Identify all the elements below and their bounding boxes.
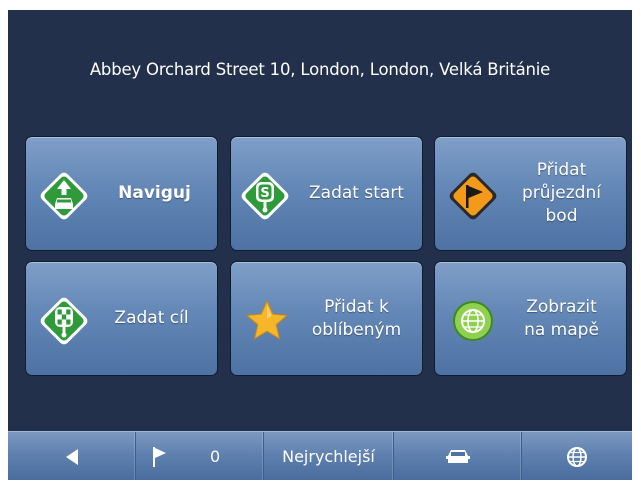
navigate-button[interactable]: Naviguj (25, 136, 218, 251)
route-mode-label: Nejrychlejší (282, 447, 375, 466)
show-on-map-label: Zobrazit na mapě (501, 262, 622, 375)
add-favorite-line-1: Přidat k (324, 296, 389, 317)
waypoints-button[interactable]: 0 (136, 432, 264, 480)
add-waypoint-line-2: průjezdní (522, 183, 601, 203)
car-arrow-diamond-icon (40, 172, 88, 220)
start-flag-diamond-icon: S (241, 172, 289, 220)
checkered-flag-diamond-icon (40, 297, 88, 345)
show-on-map-button[interactable]: Zobrazit na mapě (434, 261, 627, 376)
show-on-map-line-1: Zobrazit (526, 296, 597, 317)
back-arrow-icon (65, 448, 78, 465)
flag-icon (153, 446, 166, 467)
set-destination-button[interactable]: Zadat cíl (25, 261, 218, 376)
star-icon (245, 299, 289, 340)
navigate-label: Naviguj (118, 183, 191, 203)
map-button[interactable] (522, 432, 632, 480)
add-waypoint-line-3: bod (545, 206, 578, 226)
add-waypoint-line-1: Přidat (536, 160, 587, 180)
show-on-map-line-2: na mapě (524, 319, 599, 340)
back-button[interactable] (8, 432, 136, 480)
waypoint-count: 0 (210, 447, 221, 466)
set-start-label: Zadat start (309, 183, 404, 203)
add-favorite-label: Přidat k oblíbeným (295, 262, 418, 375)
set-start-button[interactable]: S Zadat start (230, 136, 423, 251)
svg-text:S: S (260, 186, 269, 201)
address-label: Abbey Orchard Street 10, London, London,… (89, 60, 551, 79)
bottom-bar: 0 Nejrychlejší (8, 431, 632, 480)
add-favorite-line-2: oblíbeným (311, 319, 402, 340)
route-mode-button[interactable]: Nejrychlejší (264, 432, 394, 480)
add-waypoint-label: Přidat průjezdní bod (501, 137, 622, 250)
screen: Abbey Orchard Street 10, London, London,… (8, 10, 632, 480)
add-waypoint-button[interactable]: Přidat průjezdní bod (434, 136, 627, 251)
vehicle-button[interactable] (394, 432, 522, 480)
globe-icon (453, 301, 493, 341)
car-icon (445, 449, 470, 463)
add-favorite-button[interactable]: Přidat k oblíbeným (230, 261, 423, 376)
globe-icon (567, 446, 587, 467)
waypoint-flag-diamond-icon (449, 172, 497, 220)
set-destination-label: Zadat cíl (114, 308, 189, 328)
